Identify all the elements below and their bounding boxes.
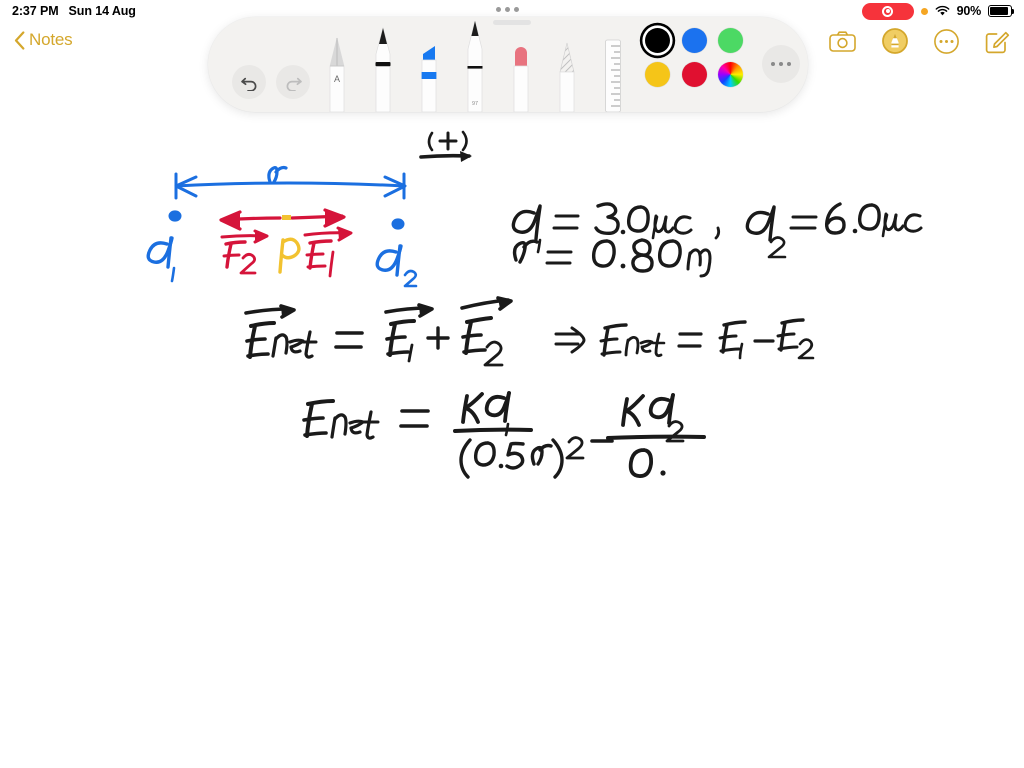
eraser-tool[interactable] <box>508 40 534 113</box>
status-date: Sun 14 Aug <box>68 4 136 18</box>
pen-tool-icon: 97 <box>467 20 483 113</box>
chevron-left-icon <box>14 30 25 50</box>
field-label-e1 <box>303 226 353 278</box>
screen-recording-icon[interactable] <box>861 2 914 20</box>
camera-button[interactable] <box>829 30 856 52</box>
distance-dimension-arrow <box>174 172 407 200</box>
fountain-pen-tool[interactable] <box>370 26 396 113</box>
given-values-line2 <box>512 238 712 278</box>
highlighter-tool[interactable] <box>416 36 442 113</box>
status-bar-right: 90% <box>861 2 1015 20</box>
more-options-button[interactable] <box>934 28 959 54</box>
back-button-label: Notes <box>29 30 73 49</box>
redo-arrow-icon <box>286 77 302 91</box>
color-picker-swatch[interactable] <box>718 62 744 87</box>
smudge-tool-icon <box>559 42 575 113</box>
wifi-icon <box>935 5 949 16</box>
color-swatch-blue[interactable] <box>681 28 707 53</box>
note-canvas[interactable] <box>0 0 1024 768</box>
compose-icon <box>985 31 1010 53</box>
ruler-tool-icon <box>605 39 621 113</box>
camera-icon <box>829 30 856 52</box>
undo-arrow-icon <box>240 77 256 91</box>
markup-button[interactable] <box>882 28 908 54</box>
charge-label-q1 <box>146 236 176 283</box>
compose-button[interactable] <box>985 29 1010 54</box>
handwriting-layer <box>146 130 923 479</box>
smudge-tool[interactable] <box>554 40 580 113</box>
charge-label-q2 <box>375 244 418 288</box>
point-label-p <box>278 237 301 274</box>
status-time: 2:37 PM <box>12 4 59 18</box>
toolbar-more-button[interactable] <box>762 45 800 83</box>
microphone-privacy-dot-icon <box>920 7 928 15</box>
plus-annotation <box>419 130 472 162</box>
color-palette <box>645 28 745 87</box>
color-swatch-green[interactable] <box>718 28 744 53</box>
undo-button[interactable] <box>232 65 266 99</box>
equation-line-2 <box>302 391 706 479</box>
back-to-notes-button[interactable]: Notes <box>14 30 73 50</box>
pen-tool[interactable]: 97 <box>462 19 488 113</box>
highlighter-tool-icon <box>421 46 437 113</box>
top-right-toolbar <box>829 28 1010 54</box>
status-bar: 2:37 PM Sun 14 Aug 90% <box>0 0 1024 22</box>
force-label-f2 <box>220 229 269 275</box>
color-swatch-yellow[interactable] <box>645 62 670 87</box>
charge-dot-q1 <box>168 210 182 222</box>
ellipsis-circle-icon <box>934 28 959 54</box>
markup-pen-icon <box>882 28 908 54</box>
fountain-pen-tool-icon <box>375 26 391 113</box>
pencil-tool-icon: A <box>329 37 345 113</box>
color-swatch-red[interactable] <box>681 62 707 87</box>
tool-strip: A 97 <box>320 17 640 113</box>
pencil-tool[interactable]: A <box>324 36 350 113</box>
status-bar-left: 2:37 PM Sun 14 Aug <box>12 4 136 18</box>
pen-tool-marking: 97 <box>472 101 478 107</box>
pencil-tool-marking: A <box>334 74 340 84</box>
color-swatch-black[interactable] <box>645 28 670 53</box>
point-marker-p <box>282 215 291 220</box>
battery-icon <box>988 5 1015 17</box>
eraser-tool-icon <box>513 47 529 113</box>
given-values-line1 <box>511 202 923 259</box>
charge-dot-q2 <box>391 218 405 230</box>
undo-redo-group <box>232 65 310 99</box>
redo-button[interactable] <box>276 65 310 99</box>
ruler-tool[interactable] <box>600 38 626 113</box>
distance-label-r <box>267 165 288 184</box>
equation-line-1 <box>244 296 815 367</box>
battery-percentage: 90% <box>956 4 982 18</box>
